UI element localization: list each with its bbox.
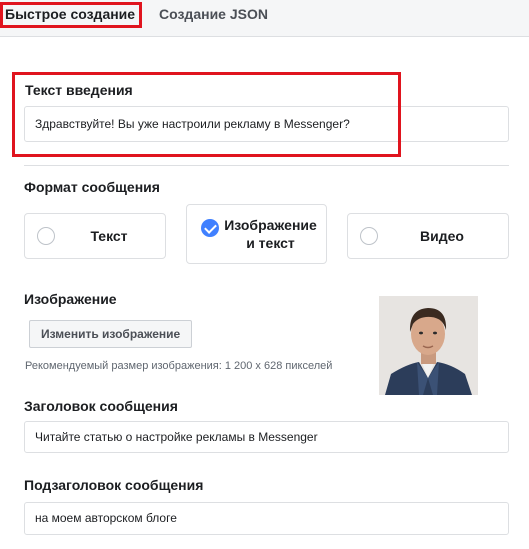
subheadline-label: Подзаголовок сообщения xyxy=(24,477,204,493)
headline-label: Заголовок сообщения xyxy=(24,398,178,414)
format-option-label-line2: и текст xyxy=(246,235,295,251)
image-label: Изображение xyxy=(24,291,117,307)
section-divider xyxy=(24,165,509,166)
format-option-label: Видео xyxy=(420,228,464,244)
change-image-button[interactable]: Изменить изображение xyxy=(29,320,193,348)
format-option-video[interactable]: Видео xyxy=(347,213,509,259)
format-option-label: Изображение и текст xyxy=(223,205,318,263)
tab-json-create[interactable]: Создание JSON xyxy=(159,6,268,22)
radio-unchecked-icon xyxy=(37,227,55,245)
tab-bar: Быстрое создание Создание JSON xyxy=(0,0,529,37)
message-format-label: Формат сообщения xyxy=(24,179,160,195)
image-preview xyxy=(379,296,478,395)
portrait-photo xyxy=(379,296,478,395)
headline-field[interactable]: Читайте статью о настройке рекламы в Mes… xyxy=(24,421,509,453)
subheadline-field[interactable]: на моем авторском блоге xyxy=(24,502,509,535)
tab-quick-create[interactable]: Быстрое создание xyxy=(5,6,135,22)
format-option-label: Текст xyxy=(90,228,128,244)
image-size-hint: Рекомендуемый размер изображения: 1 200 … xyxy=(25,360,333,372)
intro-text-field[interactable]: Здравствуйте! Вы уже настроили рекламу в… xyxy=(24,106,509,142)
radio-unchecked-icon xyxy=(360,227,378,245)
format-option-label-line1: Изображение xyxy=(224,217,317,233)
checkmark-icon xyxy=(201,219,219,237)
format-option-text[interactable]: Текст xyxy=(24,213,166,259)
format-option-image-text[interactable]: Изображение и текст xyxy=(186,204,327,264)
intro-text-label: Текст введения xyxy=(25,82,133,98)
